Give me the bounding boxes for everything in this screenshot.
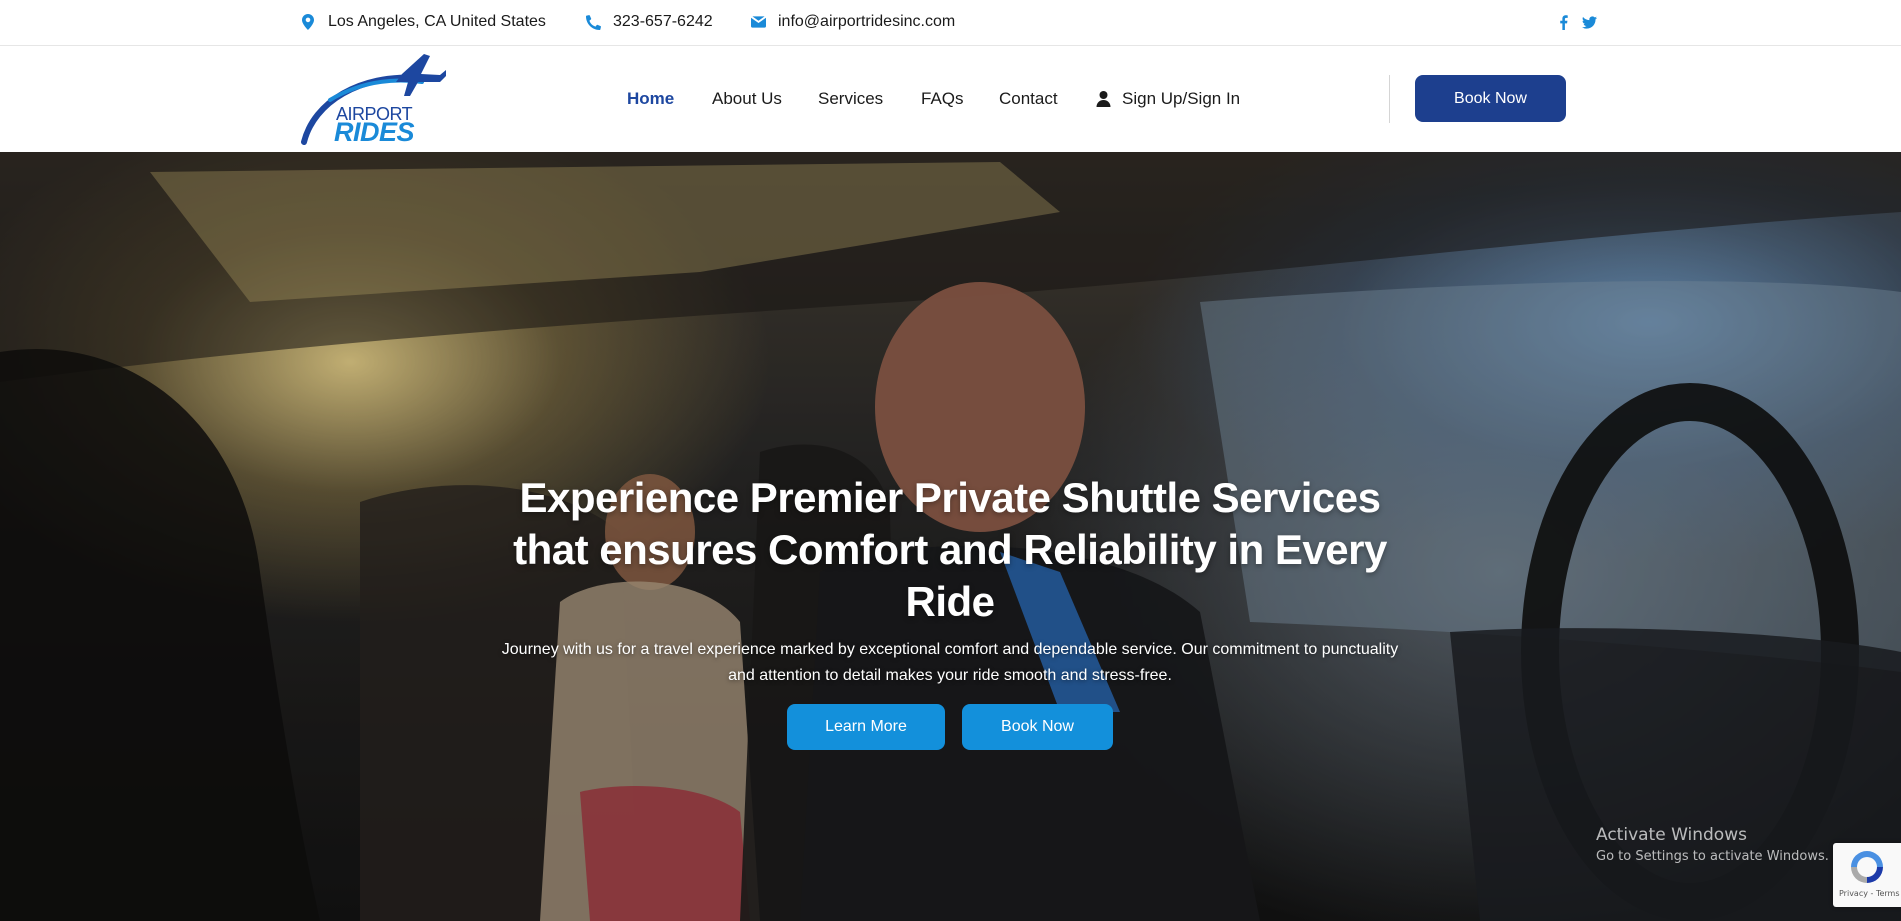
facebook-icon[interactable] [1555, 14, 1571, 30]
nav-sign-in[interactable]: Sign Up/Sign In [1096, 89, 1240, 109]
top-contact-bar: Los Angeles, CA United States 323-657-62… [0, 0, 1901, 46]
envelope-icon [750, 14, 766, 30]
hero-book-now-button[interactable]: Book Now [962, 704, 1113, 750]
header-book-now-button[interactable]: Book Now [1415, 75, 1566, 122]
user-icon [1096, 91, 1111, 107]
map-pin-icon [300, 14, 316, 30]
activate-windows-title: Activate Windows [1596, 825, 1747, 845]
nav-contact[interactable]: Contact [999, 89, 1058, 109]
hero-content: Experience Premier Private Shuttle Servi… [0, 152, 1901, 921]
phone-icon [585, 14, 601, 30]
email-text[interactable]: info@airportridesinc.com [778, 13, 955, 31]
nav-home[interactable]: Home [627, 89, 674, 109]
phone-text[interactable]: 323-657-6242 [613, 13, 713, 31]
nav-sign-label: Sign Up/Sign In [1122, 89, 1241, 108]
social-facebook[interactable] [1555, 0, 1571, 44]
hero-title: Experience Premier Private Shuttle Servi… [513, 474, 1387, 625]
main-header: AIRPORT RIDES Home About Us Services FAQ… [0, 46, 1901, 152]
header-divider [1389, 75, 1390, 123]
phone-info[interactable]: 323-657-6242 [585, 0, 713, 44]
hero-section: Experience Premier Private Shuttle Servi… [0, 152, 1901, 921]
location-text: Los Angeles, CA United States [328, 13, 546, 30]
twitter-icon[interactable] [1581, 14, 1597, 30]
windows-activation-watermark: Activate Windows Go to Settings to activ… [1596, 825, 1829, 864]
email-info[interactable]: info@airportridesinc.com [750, 0, 955, 44]
site-logo[interactable]: AIRPORT RIDES [300, 52, 446, 147]
location-info: Los Angeles, CA United States [300, 0, 546, 44]
nav-services[interactable]: Services [818, 89, 883, 109]
recaptcha-badge[interactable]: Privacy - Terms [1833, 843, 1901, 907]
recaptcha-icon [1851, 851, 1883, 883]
logo-text-rides: RIDES [334, 117, 415, 147]
social-twitter[interactable] [1581, 0, 1597, 44]
nav-faqs[interactable]: FAQs [921, 89, 964, 109]
recaptcha-label[interactable]: Privacy - Terms [1839, 889, 1900, 898]
hero-subtitle: Journey with us for a travel experience … [501, 641, 1399, 684]
learn-more-button[interactable]: Learn More [787, 704, 945, 750]
activate-windows-subtitle: Go to Settings to activate Windows. [1596, 849, 1829, 864]
nav-about-us[interactable]: About Us [712, 89, 782, 109]
